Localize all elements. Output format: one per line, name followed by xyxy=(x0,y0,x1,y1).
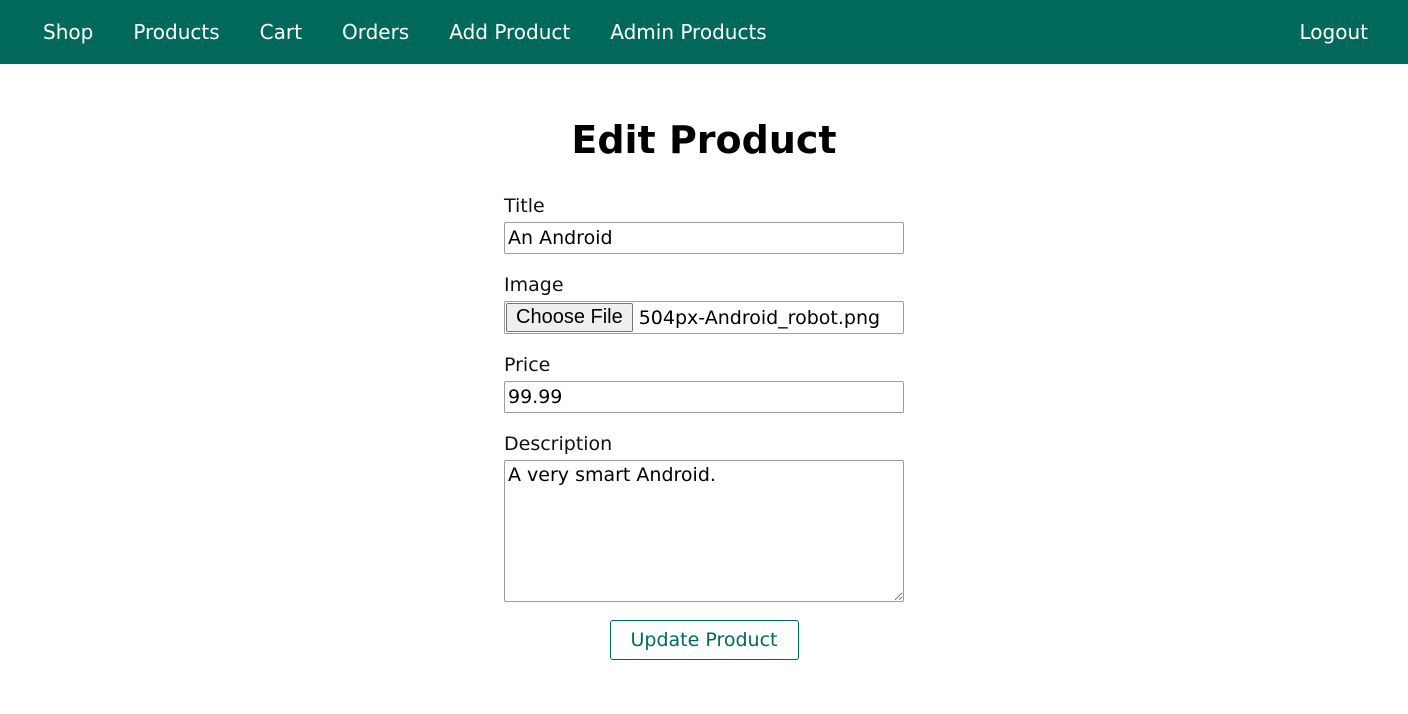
page-title: Edit Product xyxy=(571,118,837,162)
main-header: Shop Products Cart Orders Add Product Ad… xyxy=(0,0,1408,64)
nav-list: Shop Products Cart Orders Add Product Ad… xyxy=(43,20,767,44)
main-content: Edit Product Title Image Choose File 504… xyxy=(0,64,1408,660)
title-label: Title xyxy=(504,195,545,217)
choose-file-button[interactable]: Choose File xyxy=(506,303,633,332)
nav-link-products[interactable]: Products xyxy=(133,20,219,44)
description-label: Description xyxy=(504,433,613,455)
description-control: Description A very smart Android. xyxy=(504,433,904,602)
description-textarea[interactable]: A very smart Android. xyxy=(504,460,904,602)
nav-item-add-product: Add Product xyxy=(449,20,610,44)
nav-link-orders[interactable]: Orders xyxy=(342,20,409,44)
image-label: Image xyxy=(504,274,564,296)
price-label: Price xyxy=(504,354,551,376)
nav-item-cart: Cart xyxy=(260,20,342,44)
nav-link-shop[interactable]: Shop xyxy=(43,20,93,44)
nav-item-orders: Orders xyxy=(342,20,449,44)
update-product-button[interactable]: Update Product xyxy=(609,620,799,660)
image-file-name: 504px-Android_robot.png xyxy=(638,306,881,329)
image-file-input[interactable]: Choose File 504px-Android_robot.png xyxy=(504,301,904,334)
logout-link[interactable]: Logout xyxy=(1300,20,1368,44)
nav-link-admin-products[interactable]: Admin Products xyxy=(610,20,766,44)
nav-item-products: Products xyxy=(133,20,259,44)
price-input[interactable] xyxy=(504,381,904,413)
nav-link-add-product[interactable]: Add Product xyxy=(449,20,570,44)
image-control: Image Choose File 504px-Android_robot.pn… xyxy=(504,274,904,334)
main-nav: Shop Products Cart Orders Add Product Ad… xyxy=(43,20,767,44)
title-input[interactable] xyxy=(504,222,904,254)
edit-product-form: Title Image Choose File 504px-Android_ro… xyxy=(504,195,904,660)
title-control: Title xyxy=(504,195,904,254)
submit-row: Update Product xyxy=(504,620,904,660)
nav-item-shop: Shop xyxy=(43,20,133,44)
price-control: Price xyxy=(504,354,904,413)
nav-item-admin-products: Admin Products xyxy=(610,20,766,44)
nav-link-cart[interactable]: Cart xyxy=(260,20,302,44)
